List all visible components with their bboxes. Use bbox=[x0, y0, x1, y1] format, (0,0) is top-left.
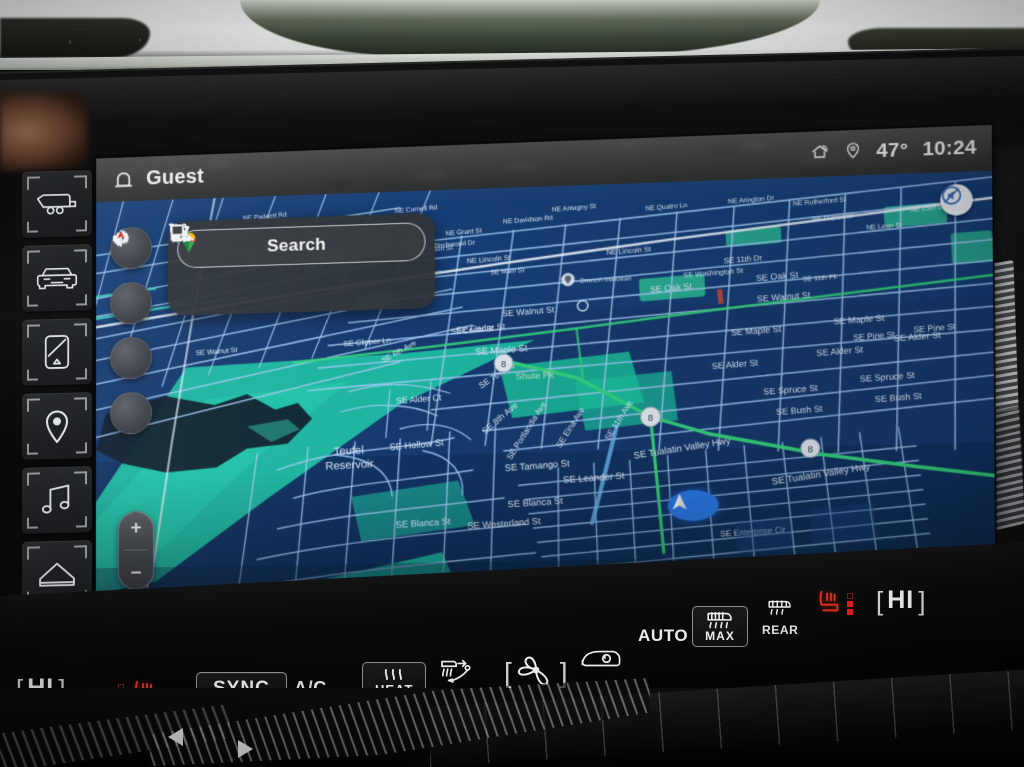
map-zoom-controls[interactable]: + − bbox=[117, 511, 155, 591]
bracket-right: ] bbox=[918, 585, 926, 616]
max-label: MAX bbox=[705, 629, 735, 643]
zoom-in-button[interactable]: + bbox=[130, 517, 141, 538]
search-category-row[interactable] bbox=[168, 222, 426, 306]
map-place-label: Teufel bbox=[334, 444, 364, 458]
svg-text:8: 8 bbox=[648, 413, 653, 423]
bracket-left: [ bbox=[504, 656, 512, 688]
sidebar-item-media[interactable] bbox=[22, 466, 92, 534]
passenger-heated-seat-button[interactable] bbox=[814, 588, 856, 619]
rear-defrost-icon bbox=[766, 598, 794, 621]
zoom-out-button[interactable]: − bbox=[130, 562, 141, 583]
location-pin-icon bbox=[844, 140, 862, 165]
auto-button[interactable]: AUTO bbox=[638, 626, 688, 646]
search-input[interactable]: Search bbox=[177, 222, 426, 269]
map-canvas[interactable]: SE Walnut St SE Clipper Ln SE Cedar St SE 6… bbox=[95, 170, 996, 609]
sidebar-item-trailer[interactable] bbox=[22, 170, 92, 238]
map-place-label: Shute Pk bbox=[516, 370, 555, 382]
heated-seat-icon bbox=[814, 588, 844, 619]
profile-button[interactable]: Guest bbox=[112, 165, 204, 191]
bell-icon bbox=[112, 168, 135, 192]
infotainment-screen[interactable]: Guest 47° 10:24 SE Walnut St SE Clipper … bbox=[95, 124, 996, 609]
status-indicators: 47° 10:24 bbox=[810, 136, 977, 167]
map-quick-buttons[interactable] bbox=[109, 226, 153, 435]
clock: 10:24 bbox=[922, 136, 977, 161]
ev-charger-icon[interactable] bbox=[170, 223, 405, 297]
max-defrost-button[interactable]: MAX bbox=[692, 606, 748, 647]
reflection-smudge bbox=[0, 91, 88, 171]
outside-temperature: 47° bbox=[876, 139, 909, 163]
compass-button[interactable] bbox=[109, 230, 153, 435]
left-arrow-indicator bbox=[168, 728, 183, 746]
bracket-left: [ bbox=[876, 585, 884, 616]
music-note-icon bbox=[41, 484, 70, 514]
vehicle-icon bbox=[36, 267, 78, 290]
settings-button[interactable] bbox=[110, 229, 153, 325]
gas-pump-icon[interactable] bbox=[170, 224, 227, 303]
trailer-icon bbox=[36, 193, 77, 215]
home-icon bbox=[39, 562, 75, 587]
recirculation-button[interactable] bbox=[578, 646, 624, 677]
sidebar-item-vehicle[interactable] bbox=[22, 244, 92, 312]
right-arrow-indicator bbox=[238, 740, 253, 758]
max-defrost-icon bbox=[707, 611, 732, 629]
screenshot-root: Guest 47° 10:24 SE Walnut St SE Clipper … bbox=[0, 0, 1024, 767]
heat-level-indicator bbox=[847, 592, 853, 615]
volume-button[interactable] bbox=[109, 231, 153, 380]
air-recirculation-icon bbox=[578, 646, 624, 677]
shopping-cart-icon[interactable] bbox=[168, 222, 346, 299]
sidebar-item-navigation[interactable] bbox=[22, 392, 92, 460]
compass-icon bbox=[117, 230, 125, 247]
sidebar-item-screen[interactable] bbox=[22, 318, 92, 386]
rear-defrost-button[interactable]: REAR bbox=[762, 598, 798, 637]
rear-label: REAR bbox=[762, 623, 799, 637]
search-placeholder: Search bbox=[267, 234, 327, 256]
screen-icon bbox=[44, 334, 70, 369]
svg-text:8: 8 bbox=[501, 359, 506, 369]
location-pin-icon bbox=[45, 410, 69, 444]
left-icon-rail[interactable] bbox=[16, 166, 98, 616]
zoom-divider bbox=[124, 549, 148, 552]
passenger-temp-value: HI bbox=[887, 586, 915, 614]
svg-text:8: 8 bbox=[808, 444, 813, 455]
seat-heat-icon bbox=[385, 669, 403, 680]
fork-knife-icon[interactable] bbox=[169, 222, 286, 301]
home-wifi-icon bbox=[810, 141, 831, 167]
bracket-right: ] bbox=[559, 656, 568, 688]
passenger-temp-display[interactable]: [ HI ] bbox=[876, 586, 925, 615]
search-panel[interactable]: Search bbox=[168, 212, 436, 316]
profile-label: Guest bbox=[146, 164, 205, 190]
